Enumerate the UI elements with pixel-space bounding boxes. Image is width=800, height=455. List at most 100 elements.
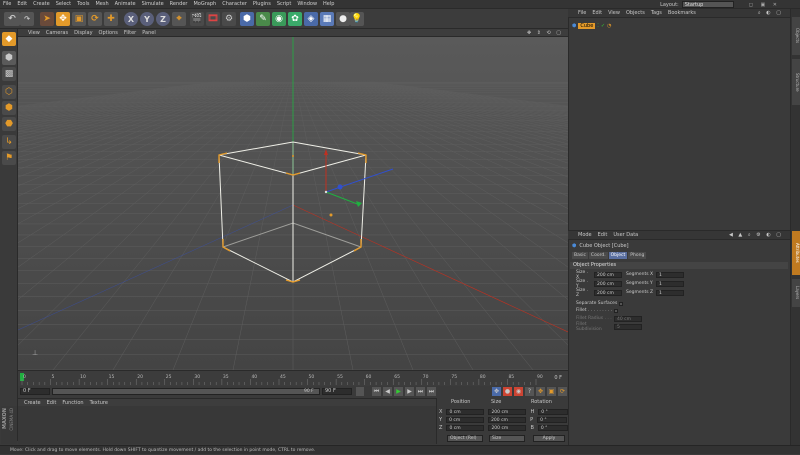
vp-menu-filter[interactable]: Filter — [121, 29, 139, 37]
attr-menu-mode[interactable]: Mode — [568, 231, 595, 240]
make-editable-icon[interactable]: ◆ — [2, 32, 16, 46]
array-icon[interactable]: ✿ — [288, 12, 302, 26]
record-icon[interactable]: ● — [503, 387, 512, 396]
obj-menu-file[interactable]: File — [568, 9, 589, 18]
apply-button[interactable]: Apply — [533, 435, 565, 442]
cube-icon[interactable]: ⬢ — [240, 12, 254, 26]
scale-icon[interactable]: ▣ — [72, 12, 86, 26]
add-icon[interactable]: ✚ — [104, 12, 118, 26]
tab-attributes-vertical[interactable]: Attributes — [792, 231, 800, 275]
vp-menu-cameras[interactable]: Cameras — [43, 29, 71, 37]
window-controls[interactable]: ◻ ▣ ✕ — [749, 2, 780, 8]
position-y-field[interactable]: 0 cm — [446, 416, 485, 423]
obj-menu-tags[interactable]: Tags — [648, 9, 665, 18]
obj-menu-objects[interactable]: Objects — [623, 9, 648, 18]
segments-y-field[interactable]: 1 — [656, 280, 684, 287]
move-key-icon[interactable]: ✥ — [536, 387, 545, 396]
vp-menu-panel[interactable]: Panel — [139, 29, 159, 37]
menu-character[interactable]: Character — [219, 0, 250, 9]
axis-z-button[interactable]: Z — [156, 12, 170, 26]
position-x-field[interactable]: 0 cm — [446, 408, 485, 415]
attr-nav-icons[interactable]: ◀ ▲ ⌕ ⚙ ◐ ▢ — [726, 231, 786, 240]
rotate-icon[interactable]: ⟳ — [88, 12, 102, 26]
visibility-dots-icon[interactable]: ⁚ — [597, 23, 599, 29]
material-area[interactable] — [18, 406, 436, 444]
frame-range-slider[interactable] — [52, 388, 320, 395]
object-name[interactable]: Cube — [578, 22, 596, 29]
edges-mode-icon[interactable]: ⬢ — [2, 101, 16, 115]
first-frame-icon[interactable]: ⏮ — [372, 387, 381, 396]
coords-mode-select[interactable]: Object (Rel) — [447, 435, 483, 442]
vp-menu-options[interactable]: Options — [96, 29, 121, 37]
render-view-icon[interactable]: 🎬 — [190, 12, 204, 26]
render-picture-icon[interactable]: 🎞 — [206, 12, 220, 26]
axis-mode-icon[interactable]: ↳ — [2, 135, 16, 149]
points-mode-icon[interactable]: ⬡ — [2, 85, 16, 99]
menu-script[interactable]: Script — [274, 0, 295, 9]
attr-menu-edit[interactable]: Edit — [595, 231, 611, 240]
rotation-p-field[interactable]: 0 ° — [537, 416, 568, 423]
tab-phong[interactable]: Phong — [628, 252, 647, 259]
obj-menu-view[interactable]: View — [605, 9, 623, 18]
tab-coord[interactable]: Coord. — [588, 252, 608, 259]
perspective-viewport[interactable]: ⊥ — [18, 37, 568, 370]
tab-objects-vertical[interactable]: Objects — [792, 17, 800, 55]
menu-plugins[interactable]: Plugins — [250, 0, 274, 9]
model-mode-icon[interactable]: ⬢ — [2, 51, 16, 65]
menu-mograph[interactable]: MoGraph — [190, 0, 219, 9]
object-row-cube[interactable]: ⬢ Cube ⁚ ✓ ◔ — [572, 22, 672, 29]
preview-end-field[interactable]: 90 F — [322, 388, 352, 395]
next-frame-icon[interactable]: ⏭ — [416, 387, 425, 396]
size-z-field[interactable]: 200 cm — [488, 424, 527, 431]
menu-render[interactable]: Render — [167, 0, 191, 9]
go-start-icon[interactable] — [356, 387, 364, 396]
prev-key-icon[interactable]: ◀ — [383, 387, 392, 396]
segments-z-field[interactable]: 1 — [656, 289, 684, 296]
next-key-icon[interactable]: ▶ — [405, 387, 414, 396]
tab-layers-vertical[interactable]: Layers — [792, 279, 800, 307]
rotation-b-field[interactable]: 0 ° — [537, 424, 568, 431]
fillet-radius-field[interactable]: 40 cm — [614, 315, 642, 322]
live-select-icon[interactable]: ➤ — [40, 12, 54, 26]
menu-simulate[interactable]: Simulate — [139, 0, 167, 9]
obj-manager-icons[interactable]: ⌕ ◐ ▢ — [755, 9, 786, 18]
fillet-checkbox[interactable] — [614, 308, 619, 313]
size-y-field[interactable]: 200 cm — [488, 416, 527, 423]
viewport-nav-icons[interactable]: ✥ ⇕ ⟲ ▢ — [524, 29, 566, 37]
menu-window[interactable]: Window — [294, 0, 320, 9]
tab-structure-vertical[interactable]: Structure — [792, 59, 800, 105]
timeline-ruler[interactable]: 0 5 10 15 20 25 30 35 40 45 50 55 60 65 70 75 80 85 90 0 F — [18, 370, 568, 386]
separate-surfaces-checkbox[interactable] — [619, 301, 624, 306]
menu-mesh[interactable]: Mesh — [92, 0, 111, 9]
menu-help[interactable]: Help — [320, 0, 337, 9]
segments-x-field[interactable]: 1 — [656, 271, 684, 278]
menu-file[interactable]: File — [0, 0, 14, 9]
axis-y-button[interactable]: Y — [140, 12, 154, 26]
rotate-key-icon[interactable]: ⟳ — [558, 387, 567, 396]
viewport-canvas[interactable]: ⊥ — [18, 37, 568, 370]
tab-basic[interactable]: Basic — [572, 252, 588, 259]
menu-edit[interactable]: Edit — [14, 0, 30, 9]
layout-dropdown[interactable]: Startup — [681, 1, 734, 8]
rotation-h-field[interactable]: 0 ° — [538, 408, 569, 415]
keyframe-selection-icon[interactable]: ? — [525, 387, 534, 396]
position-z-field[interactable]: 0 cm — [446, 424, 485, 431]
autokey-icon[interactable]: ◉ — [514, 387, 523, 396]
size-x-field[interactable]: 200 cm — [594, 271, 622, 278]
size-y-field[interactable]: 200 cm — [594, 280, 622, 287]
record-position-icon[interactable]: ✥ — [492, 387, 501, 396]
obj-menu-edit[interactable]: Edit — [589, 9, 605, 18]
size-z-field[interactable]: 200 cm — [594, 289, 622, 296]
play-icon[interactable]: ▶ — [394, 387, 403, 396]
start-frame-field[interactable]: 0 F — [20, 388, 50, 395]
menu-tools[interactable]: Tools — [74, 0, 92, 9]
obj-menu-bookmarks[interactable]: Bookmarks — [665, 9, 699, 18]
menu-create[interactable]: Create — [30, 0, 53, 9]
coords-size-select[interactable]: Size — [489, 435, 525, 442]
move-icon[interactable]: ✥ — [56, 12, 70, 26]
vp-menu-view[interactable]: View — [18, 29, 43, 37]
undo-icon[interactable]: ↶ — [4, 12, 20, 26]
last-frame-icon[interactable]: ⏭ — [427, 387, 436, 396]
fillet-subdivision-field[interactable]: 5 — [614, 323, 642, 330]
subdivision-icon[interactable]: ◉ — [272, 12, 286, 26]
